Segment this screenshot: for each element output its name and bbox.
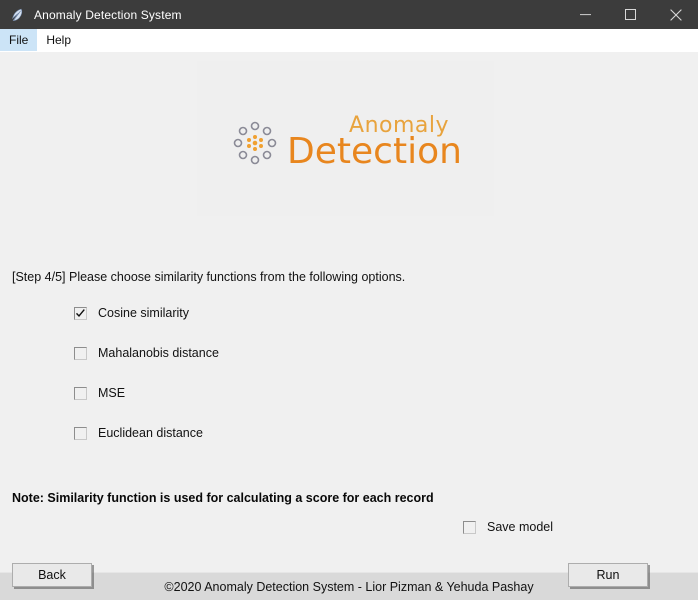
- close-button[interactable]: [653, 0, 698, 29]
- note-text: Note: Similarity function is used for ca…: [12, 491, 434, 505]
- option-label-save-model: Save model: [487, 520, 554, 534]
- option-mse[interactable]: MSE: [74, 384, 219, 402]
- check-icon: [75, 308, 85, 317]
- menu-item-file-label: File: [9, 33, 29, 47]
- checkbox-mahalanobis-distance[interactable]: [74, 346, 87, 360]
- window-controls: [563, 0, 698, 29]
- content-area: Anomaly Detection [Step 4/5] Please choo…: [0, 52, 698, 587]
- maximize-button[interactable]: [608, 0, 653, 29]
- option-cosine-similarity[interactable]: Cosine similarity: [74, 304, 219, 322]
- feather-icon: [9, 7, 25, 23]
- back-button-label: Back: [38, 568, 66, 582]
- logo-word-detection: Detection: [287, 131, 462, 172]
- checkbox-mse[interactable]: [74, 386, 87, 400]
- option-label-mse: MSE: [98, 386, 126, 400]
- minimize-button[interactable]: [563, 0, 608, 29]
- menu-item-help-label: Help: [46, 33, 72, 47]
- run-button-label: Run: [596, 568, 620, 582]
- similarity-options-group: Cosine similarity Mahalanobis distance M…: [74, 304, 219, 464]
- application-window: Anomaly Detection System File Help Anoma…: [0, 0, 698, 600]
- menu-item-file[interactable]: File: [0, 29, 38, 51]
- option-label-cosine-similarity: Cosine similarity: [98, 306, 189, 320]
- logo-wordmark: Anomaly Detection: [287, 115, 462, 170]
- option-euclidean-distance[interactable]: Euclidean distance: [74, 424, 219, 442]
- run-button[interactable]: Run: [568, 563, 648, 587]
- menu-item-help[interactable]: Help: [37, 29, 80, 51]
- copyright-text: ©2020 Anomaly Detection System - Lior Pi…: [164, 579, 534, 594]
- option-save-model[interactable]: Save model: [463, 520, 553, 534]
- title-bar: Anomaly Detection System: [0, 0, 698, 29]
- checkbox-save-model[interactable]: [463, 520, 476, 534]
- dots-cluster-icon: [229, 117, 281, 169]
- option-label-mahalanobis-distance: Mahalanobis distance: [98, 346, 219, 360]
- window-title: Anomaly Detection System: [34, 7, 182, 22]
- step-instruction: [Step 4/5] Please choose similarity func…: [12, 270, 406, 284]
- option-mahalanobis-distance[interactable]: Mahalanobis distance: [74, 344, 219, 362]
- checkbox-cosine-similarity[interactable]: [74, 306, 87, 320]
- logo-banner: Anomaly Detection: [197, 61, 494, 216]
- logo: Anomaly Detection: [229, 115, 462, 170]
- back-button[interactable]: Back: [12, 563, 92, 587]
- checkbox-euclidean-distance[interactable]: [74, 426, 87, 440]
- option-label-euclidean-distance: Euclidean distance: [98, 426, 203, 440]
- menu-bar: File Help: [0, 29, 698, 52]
